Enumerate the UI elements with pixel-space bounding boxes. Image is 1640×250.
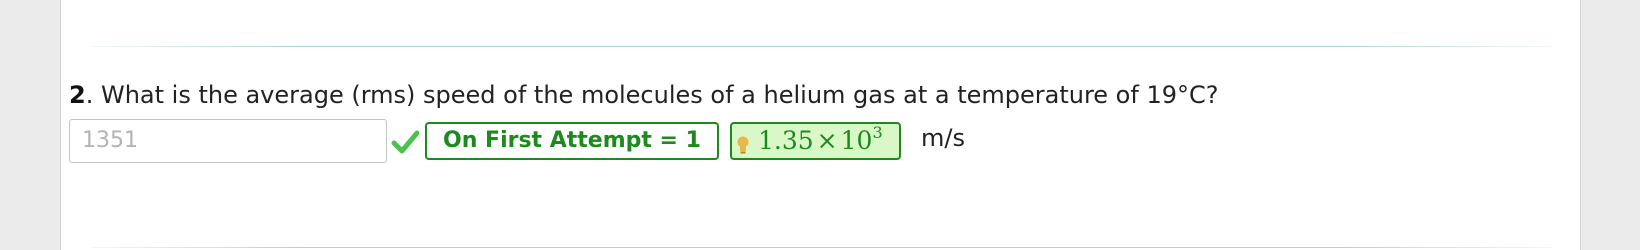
question-number: 2 xyxy=(69,81,86,109)
separator-bottom xyxy=(91,247,1551,248)
attempt-status-badge: On First Attempt = 1 xyxy=(425,122,719,160)
times-symbol: × xyxy=(816,126,838,155)
correct-mantissa: 1.35 xyxy=(758,126,814,155)
question-prompt: . What is the average (rms) speed of the… xyxy=(85,81,1219,109)
units-label: m/s xyxy=(921,124,965,152)
question-panel: 2. What is the average (rms) speed of th… xyxy=(60,0,1581,250)
correct-answer-box[interactable]: 1.35 × 103 xyxy=(730,122,901,160)
answer-input[interactable] xyxy=(69,119,387,163)
correct-base: 10 xyxy=(840,126,873,155)
separator-top xyxy=(91,46,1551,47)
correct-answer-value: 1.35 × 103 xyxy=(758,123,883,161)
correct-exponent: 3 xyxy=(872,123,883,142)
check-icon xyxy=(391,130,419,154)
question-text: 2. What is the average (rms) speed of th… xyxy=(69,78,1218,112)
lightbulb-icon[interactable] xyxy=(736,136,750,154)
